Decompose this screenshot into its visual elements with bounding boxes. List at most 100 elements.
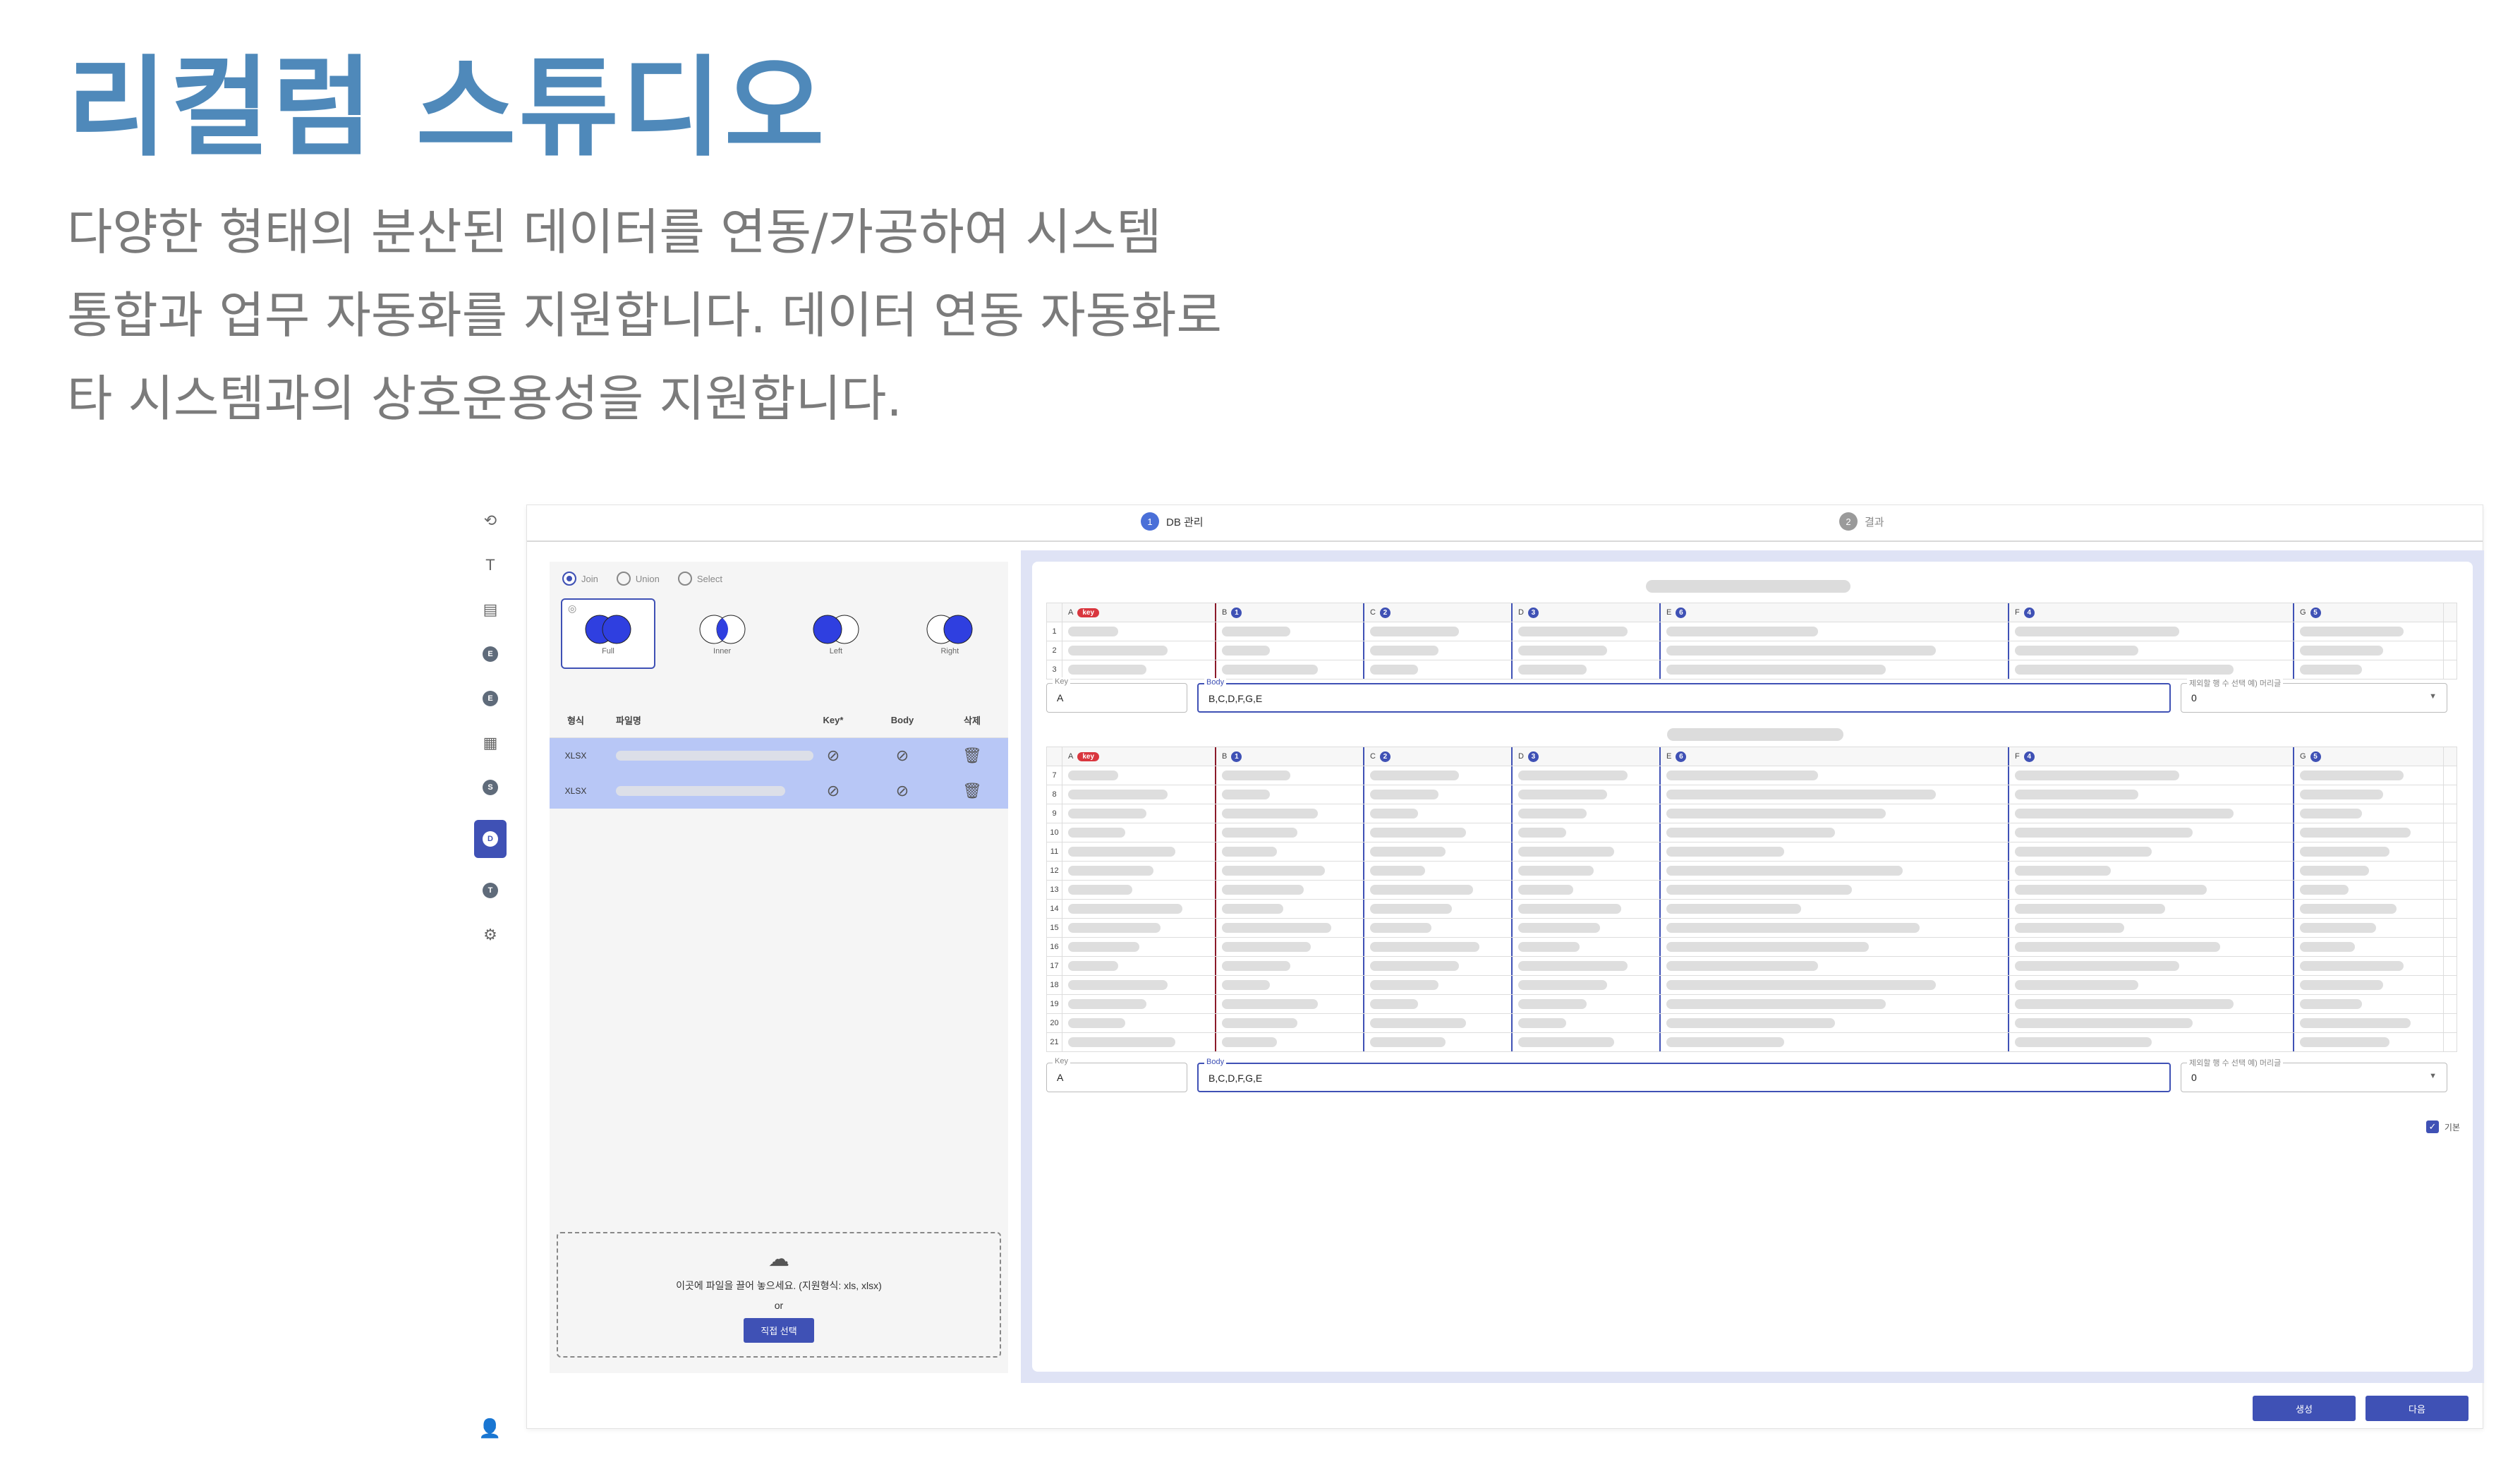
radio-union[interactable]: Union <box>616 572 660 586</box>
basic-checkbox[interactable]: ✓ 기본 <box>2425 1120 2460 1133</box>
column-header[interactable]: G5 <box>2294 747 2444 766</box>
column-header[interactable]: F4 <box>2009 747 2294 766</box>
inner-join-icon <box>699 615 746 644</box>
col-body: Body <box>890 715 914 725</box>
full-join-icon <box>585 615 631 644</box>
table-row: 18 <box>1047 976 2457 995</box>
key-field[interactable]: Key A <box>1046 1057 1187 1092</box>
venn-right[interactable]: Right <box>903 598 997 669</box>
radio-dot[interactable] <box>677 572 692 586</box>
file-title-placeholder <box>1646 580 1850 593</box>
venn-inner[interactable]: Inner <box>675 598 769 669</box>
step-s-icon[interactable]: S <box>478 775 502 799</box>
page-description: 다양한 형태의 분산된 데이터를 연동/가공하여 시스템 통합과 업무 자동화를… <box>67 191 1549 440</box>
table-row: 9 <box>1047 804 2457 823</box>
trash-icon[interactable]: 🗑 <box>938 782 1007 800</box>
right-join-icon <box>926 615 973 644</box>
table-row[interactable]: XLSX ⊘ ⊘ 🗑 <box>550 738 1008 773</box>
file-dropzone[interactable]: ☁ 이곳에 파일을 끌어 놓으세요. (지원형식: xls, xlsx) or … <box>557 1232 1001 1358</box>
radio-label: Join <box>581 573 598 584</box>
choose-file-button[interactable]: 직접 선택 <box>744 1318 814 1343</box>
column-header[interactable]: B1 <box>1216 747 1364 766</box>
column-header[interactable]: E6 <box>1661 747 2009 766</box>
column-header[interactable]: B1 <box>1216 603 1364 622</box>
fields-row-1: Key A Body B,C,D,F,G,E 제외할 행 수 선택 예) 머리글 0 ▼ <box>1046 677 2457 713</box>
column-header[interactable]: Akey <box>1062 747 1216 766</box>
col-filename: 파일명 <box>616 715 641 726</box>
body-check-icon[interactable]: ⊘ <box>867 747 938 765</box>
trash-icon[interactable]: 🗑 <box>938 747 1007 765</box>
table-row: 13 <box>1047 881 2457 900</box>
column-header[interactable]: C2 <box>1364 603 1513 622</box>
table-row: 20 <box>1047 1014 2457 1033</box>
file-panel: Join Union Select ◎ Full Inner Left Righ… <box>550 562 1008 1373</box>
chevron-down-icon: ▼ <box>2429 1072 2437 1080</box>
file-settings-icon[interactable]: ▤ <box>478 598 502 622</box>
step-d-icon[interactable]: D <box>474 820 507 858</box>
step-result[interactable]: 2 결과 <box>1839 512 1884 531</box>
column-header[interactable]: D3 <box>1513 603 1661 622</box>
radio-label: Select <box>696 573 722 584</box>
radio-dot[interactable] <box>616 572 631 586</box>
table-row: 15 <box>1047 919 2457 938</box>
sheet-grid-2: Akey B 1 C 2 D 3 E 6 F 4 G 5 7 8 9 10 11 12 13 14 15 16 17 18 19 2… <box>1046 747 2457 1052</box>
skip-rows-select[interactable]: 제외할 행 수 선택 예) 머리글 0 ▼ <box>2181 1057 2447 1092</box>
refresh-icon[interactable]: ⟲ <box>478 509 502 533</box>
step-number: 1 <box>1141 512 1159 531</box>
step-db[interactable]: 1 DB 관리 <box>1141 512 1204 531</box>
main-panel: 1 DB 관리 2 결과 Join Union Select ◎ Full In… <box>526 505 2484 1429</box>
page-title: 리컬럼 스튜디오 <box>67 45 828 171</box>
key-field[interactable]: Key A <box>1046 677 1187 713</box>
key-check-icon[interactable]: ⊘ <box>799 747 867 765</box>
text-icon[interactable]: T <box>478 553 502 577</box>
app-window: ⟲ T ▤ E E ▦ S D T ⚙ 👤 1 DB 관리 2 결과 Join Union Sele… <box>466 505 2484 1439</box>
column-header[interactable]: D3 <box>1513 747 1661 766</box>
step-label: DB 관리 <box>1166 516 1204 528</box>
file-table: 형식 파일명 Key* Body 삭제 XLSX ⊘ ⊘ 🗑 XLSX ⊘ ⊘ … <box>550 703 1008 809</box>
desc-line: 다양한 형태의 분산된 데이터를 연동/가공하여 시스템 <box>67 203 1162 261</box>
left-join-icon <box>813 615 859 644</box>
radio-select[interactable]: Select <box>677 572 722 586</box>
table-row: 19 <box>1047 995 2457 1014</box>
radio-dot[interactable] <box>562 572 576 586</box>
body-field[interactable]: Body B,C,D,F,G,E <box>1197 1058 2171 1092</box>
basic-label: 기본 <box>2444 1122 2460 1132</box>
radio-join[interactable]: Join <box>562 572 598 586</box>
dashboard-icon[interactable]: ▦ <box>478 731 502 755</box>
step-e-icon[interactable]: E <box>478 642 502 666</box>
body-field[interactable]: Body B,C,D,F,G,E <box>1197 678 2171 713</box>
step-t-icon[interactable]: T <box>478 878 502 902</box>
file-name <box>602 751 813 761</box>
chevron-down-icon: ▼ <box>2429 692 2437 701</box>
skip-rows-select[interactable]: 제외할 행 수 선택 예) 머리글 0 ▼ <box>2181 677 2447 713</box>
next-button[interactable]: 다음 <box>2365 1396 2468 1421</box>
column-header[interactable]: C2 <box>1364 747 1513 766</box>
column-header[interactable]: Akey <box>1062 603 1216 622</box>
gear-icon[interactable]: ⚙ <box>478 923 502 947</box>
create-button[interactable]: 생성 <box>2253 1396 2356 1421</box>
col-key: Key* <box>823 715 844 725</box>
column-header[interactable]: F4 <box>2009 603 2294 622</box>
col-type: 형식 <box>567 715 584 726</box>
table-row: 8 <box>1047 785 2457 804</box>
venn-full[interactable]: ◎ Full <box>561 598 655 669</box>
file-type: XLSX <box>564 751 587 761</box>
table-row: 10 <box>1047 823 2457 842</box>
table-row[interactable]: XLSX ⊘ ⊘ 🗑 <box>550 773 1008 809</box>
column-header[interactable]: E6 <box>1661 603 2009 622</box>
body-check-icon[interactable]: ⊘ <box>867 782 938 800</box>
col-delete: 삭제 <box>964 715 981 726</box>
user-icon[interactable]: 👤 <box>478 1418 501 1439</box>
venn-left[interactable]: Left <box>789 598 883 669</box>
key-check-icon[interactable]: ⊘ <box>799 782 867 800</box>
checkbox-icon[interactable]: ✓ <box>2425 1120 2439 1133</box>
grid-header-row: Akey B 1 C 2 D 3 E 6 F 4 G 5 <box>1047 603 2457 622</box>
column-header[interactable]: G5 <box>2294 603 2444 622</box>
step-e2-icon[interactable]: E <box>478 687 502 711</box>
drop-or: or <box>774 1300 784 1311</box>
cloud-upload-icon: ☁ <box>768 1247 789 1271</box>
venn-label: Full <box>602 647 614 656</box>
check-circle-icon: ◎ <box>568 603 577 614</box>
file-name <box>602 786 799 796</box>
desc-line: 통합과 업무 자동화를 지원합니다. 데이터 연동 자동화로 <box>67 286 1222 344</box>
